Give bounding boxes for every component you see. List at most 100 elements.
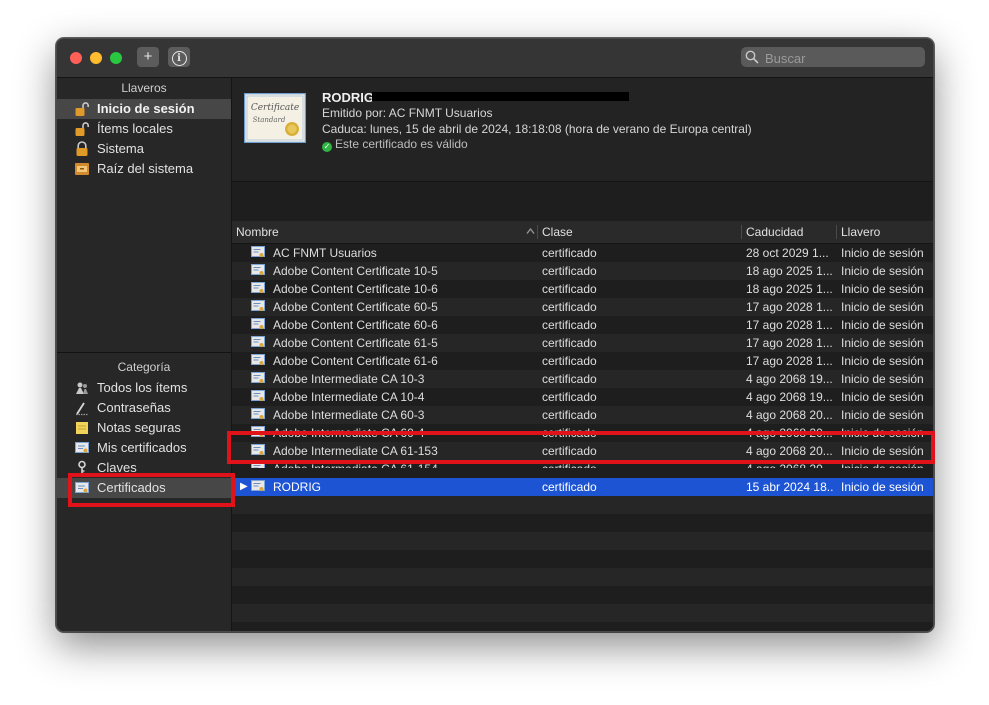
cell-expiry: 17 ago 2028 1...: [746, 318, 833, 332]
search-field[interactable]: [741, 47, 925, 68]
sidebar-item-label: Todos los ítems: [97, 380, 188, 395]
cell-expiry: 18 ago 2025 1...: [746, 282, 833, 296]
table-row[interactable]: Adobe Content Certificate 61-6 certificad…: [232, 352, 933, 370]
empty-row: [232, 568, 933, 586]
info-icon: i: [171, 51, 187, 66]
table-row[interactable]: AC FNMT Usuarios certificado 28 oct 2029 1…: [232, 244, 933, 262]
cert-image-text-2: Standard: [253, 116, 286, 124]
cell-name: RODRIG: [273, 480, 321, 494]
search-input[interactable]: [763, 48, 917, 68]
certificate-title: RODRIG: [322, 90, 374, 105]
table-row[interactable]: Adobe Content Certificate 60-6 certificad…: [232, 316, 933, 334]
redaction-bar: [372, 92, 629, 101]
table-row[interactable]: Adobe Content Certificate 61-5 certificad…: [232, 334, 933, 352]
table-row[interactable]: Adobe Intermediate CA 10-4 certificado 4 a…: [232, 388, 933, 406]
certificate-icon: [251, 372, 265, 383]
lock-open-icon: [75, 122, 89, 136]
lock-open-icon: [75, 102, 89, 116]
cell-keychain: Inicio de sesión: [841, 372, 924, 386]
sidebar-item-system-roots[interactable]: Raíz del sistema: [57, 159, 231, 179]
minimize-window-button[interactable]: [90, 52, 102, 64]
sidebar-item-passwords[interactable]: Contraseñas: [57, 398, 231, 418]
column-separator: [741, 225, 742, 239]
certificate-icon: [251, 264, 265, 275]
main-panel: Certificate Standard RODRIG Emitido por:…: [232, 78, 933, 631]
column-header-name[interactable]: Nombre: [236, 225, 279, 239]
certificate-icon: [251, 246, 265, 257]
sidebar-item-label: Mis certificados: [97, 440, 187, 455]
sidebar-item-local-items[interactable]: Ítems locales: [57, 119, 231, 139]
empty-row: [232, 496, 933, 514]
check-icon: ✓: [322, 142, 332, 152]
password-icon: [76, 402, 88, 416]
table-row[interactable]: Adobe Content Certificate 10-5 certificad…: [232, 262, 933, 280]
search-icon: [745, 50, 759, 64]
certificate-expiry: Caduca: lunes, 15 de abril de 2024, 18:1…: [322, 122, 752, 136]
info-button[interactable]: i: [168, 47, 190, 67]
cell-expiry: 18 ago 2025 1...: [746, 264, 833, 278]
cell-name: Adobe Intermediate CA 10-4: [273, 390, 425, 404]
certificate-icon: [251, 282, 265, 293]
empty-row: [232, 532, 933, 550]
cell-name: Adobe Content Certificate 61-6: [273, 354, 438, 368]
keychain-window: + i Llaveros Inicio de sesión Ítems loca…: [56, 38, 934, 632]
sidebar-item-all-items[interactable]: Todos los ítems: [57, 378, 231, 398]
certificate-icon: [251, 318, 265, 329]
sidebar-item-label: Contraseñas: [97, 400, 171, 415]
table-row[interactable]: Adobe Intermediate CA 60-3 certificado 4 a…: [232, 406, 933, 424]
cell-name: Adobe Content Certificate 61-5: [273, 336, 438, 350]
cell-kind: certificado: [542, 408, 597, 422]
cell-keychain: Inicio de sesión: [841, 390, 924, 404]
cell-expiry: 17 ago 2028 1...: [746, 354, 833, 368]
sidebar-item-secure-notes[interactable]: Notas seguras: [57, 418, 231, 438]
certificate-large-icon: Certificate Standard: [244, 93, 306, 143]
cell-keychain: Inicio de sesión: [841, 354, 924, 368]
cell-kind: certificado: [542, 336, 597, 350]
cell-keychain: Inicio de sesión: [841, 336, 924, 350]
cell-kind: certificado: [542, 354, 597, 368]
cell-expiry: 4 ago 2068 19...: [746, 372, 833, 386]
cell-name: AC FNMT Usuarios: [273, 246, 377, 260]
cell-keychain: Inicio de sesión: [841, 408, 924, 422]
empty-row: [232, 514, 933, 532]
cell-expiry: 17 ago 2028 1...: [746, 336, 833, 350]
certificate-icon: [251, 354, 265, 365]
sort-ascending-icon: [526, 227, 535, 234]
column-header-kind[interactable]: Clase: [542, 225, 573, 239]
lock-icon: [76, 141, 88, 156]
disclosure-triangle-icon[interactable]: ▶: [240, 481, 248, 492]
empty-row: [232, 622, 933, 631]
zoom-window-button[interactable]: [110, 52, 122, 64]
certificate-icon: [251, 390, 265, 401]
cell-kind: certificado: [542, 282, 597, 296]
cell-expiry: 28 oct 2029 1...: [746, 246, 829, 260]
certificate-validity: ✓ Este certificado es válido: [322, 137, 468, 152]
table-row[interactable]: Adobe Content Certificate 10-6 certificad…: [232, 280, 933, 298]
sidebar-item-label: Raíz del sistema: [97, 161, 194, 176]
column-header-keychain[interactable]: Llavero: [841, 225, 880, 239]
sidebar-item-system[interactable]: Sistema: [57, 139, 231, 159]
column-separator: [537, 225, 538, 239]
sidebar-item-login[interactable]: Inicio de sesión: [57, 99, 231, 119]
cell-kind: certificado: [542, 264, 597, 278]
cell-expiry: 17 ago 2028 1...: [746, 300, 833, 314]
certificate-icon: [251, 408, 265, 419]
table-row[interactable]: Adobe Content Certificate 60-5 certificad…: [232, 298, 933, 316]
toolbar: + i: [57, 39, 933, 78]
add-item-button[interactable]: +: [137, 47, 159, 67]
cell-keychain: Inicio de sesión: [841, 300, 924, 314]
table-row[interactable]: ▶ RODRIG certificado 15 abr 2024 18... Inici…: [232, 478, 933, 496]
sidebar-item-label: Sistema: [97, 141, 144, 156]
table-row[interactable]: Adobe Intermediate CA 10-3 certificado 4 a…: [232, 370, 933, 388]
sidebar-item-my-certificates[interactable]: Mis certificados: [57, 438, 231, 458]
cell-name: Adobe Content Certificate 60-5: [273, 300, 438, 314]
note-icon: [76, 422, 88, 434]
highlight-selected-row: [227, 431, 935, 464]
certificate-icon: [251, 336, 265, 347]
cell-kind: certificado: [542, 480, 597, 494]
cert-image-text-1: Certificate: [251, 103, 299, 113]
close-window-button[interactable]: [70, 52, 82, 64]
cell-keychain: Inicio de sesión: [841, 318, 924, 332]
column-header-expiry[interactable]: Caducidad: [746, 225, 803, 239]
certificate-icon: [251, 300, 265, 311]
